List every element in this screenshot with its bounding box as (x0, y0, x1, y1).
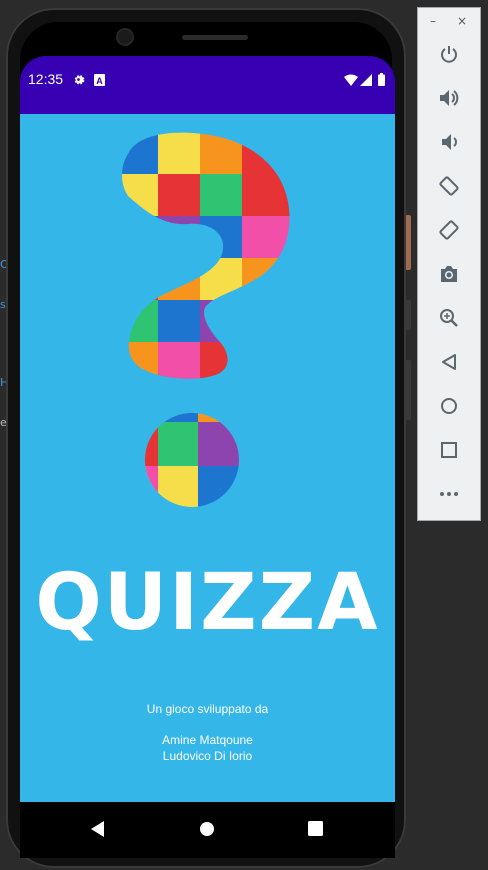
wifi-icon (344, 71, 358, 90)
camera-icon[interactable] (435, 260, 463, 288)
gear-icon (72, 71, 85, 90)
earpiece-speaker (182, 35, 248, 40)
back-icon[interactable] (90, 820, 106, 842)
overview-icon[interactable] (435, 436, 463, 464)
colorful-question-mark-icon (122, 132, 290, 507)
volume-side-button (406, 360, 411, 420)
home-icon[interactable] (199, 821, 215, 841)
navigation-bar (20, 802, 395, 858)
author-name: Ludovico Di Iorio (162, 749, 253, 763)
power-side-button (406, 215, 411, 270)
app-title: QUIZZA (35, 558, 380, 648)
more-icon[interactable] (435, 480, 463, 508)
rotate-left-icon[interactable] (435, 172, 463, 200)
volume-up-icon[interactable] (435, 84, 463, 112)
back-icon[interactable] (435, 348, 463, 376)
rotate-right-icon[interactable] (435, 216, 463, 244)
close-icon[interactable]: × (457, 14, 467, 28)
emulator-toolbar: – × (417, 7, 481, 521)
recents-icon[interactable] (308, 821, 323, 840)
power-icon[interactable] (435, 40, 463, 68)
signal-icon (360, 71, 372, 90)
author-name: Amine Matqoune (162, 733, 253, 747)
home-icon[interactable] (435, 392, 463, 420)
status-time: 12:35 (28, 71, 64, 87)
zoom-icon[interactable] (435, 304, 463, 332)
credit-label: Un gioco sviluppato da (146, 702, 269, 716)
volume-down-icon[interactable] (435, 128, 463, 156)
splash-screen: QUIZZA Un gioco sviluppato da Amine Matq… (20, 114, 395, 802)
status-bar: 12:35 A (20, 56, 395, 114)
device-screen: 12:35 A QUIZZA Un gioco sviluppato da Am… (20, 56, 395, 858)
background-text-fragment: s (0, 298, 6, 311)
front-camera (118, 30, 132, 44)
battery-icon (378, 71, 385, 90)
minimize-icon[interactable]: – (430, 14, 436, 28)
text-a-icon: A (94, 71, 105, 90)
svg-text:A: A (96, 76, 103, 86)
volume-side-button (406, 300, 411, 330)
